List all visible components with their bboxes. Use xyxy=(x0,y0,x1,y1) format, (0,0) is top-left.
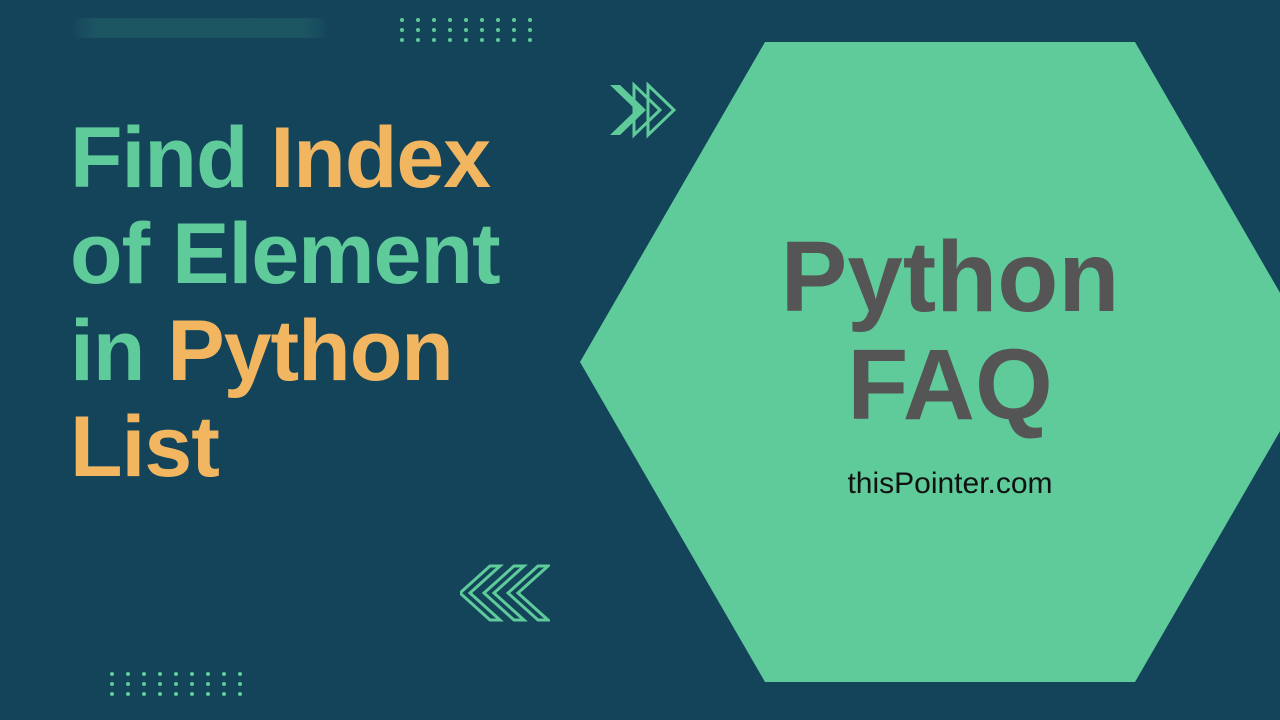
main-heading: Find Index of Element in Python List xyxy=(70,110,590,495)
decorative-dots-top xyxy=(400,18,532,42)
hexagon-title-line2: FAQ xyxy=(781,331,1120,439)
hexagon-title-line1: Python xyxy=(781,223,1120,331)
forward-arrows-icon xyxy=(608,80,678,140)
heading-word-1: Find xyxy=(70,110,248,206)
hexagon-panel: Python FAQ thisPointer.com xyxy=(580,42,1280,682)
decorative-brush xyxy=(70,18,330,38)
heading-word-3: of xyxy=(70,206,149,302)
decorative-dots-bottom xyxy=(110,672,242,696)
hexagon-subtitle: thisPointer.com xyxy=(847,467,1052,501)
hexagon-title: Python FAQ xyxy=(781,223,1120,439)
heading-word-2: Index xyxy=(270,110,490,206)
back-arrows-icon xyxy=(460,560,550,631)
